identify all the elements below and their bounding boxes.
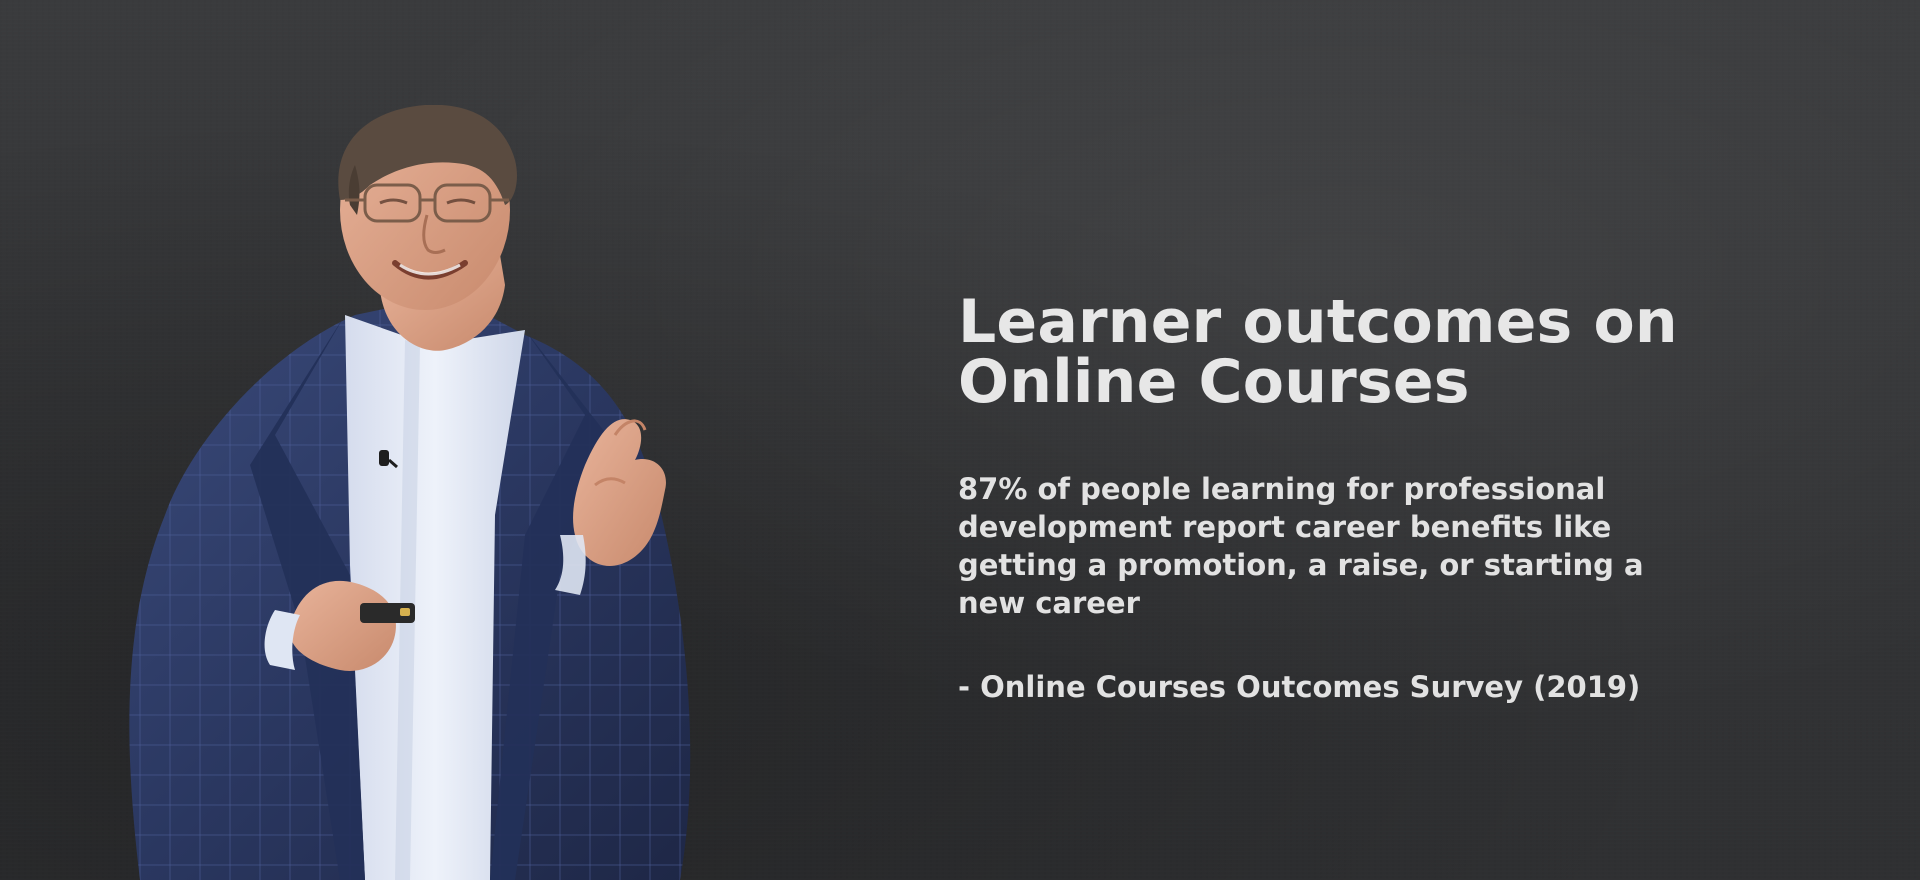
remote-icon: [360, 603, 415, 623]
source-citation: - Online Courses Outcomes Survey (2019): [958, 670, 1641, 704]
text-block: Learner outcomes on Online Courses 87% o…: [958, 292, 1718, 706]
speaker-photo: [129, 105, 691, 880]
stat-text: 87% of people learning for professional …: [958, 472, 1644, 620]
headline: Learner outcomes on Online Courses: [958, 292, 1718, 412]
headline-line-1: Learner outcomes on: [958, 287, 1678, 357]
headline-line-2: Online Courses: [958, 347, 1470, 417]
slide: Learner outcomes on Online Courses 87% o…: [0, 0, 1920, 880]
